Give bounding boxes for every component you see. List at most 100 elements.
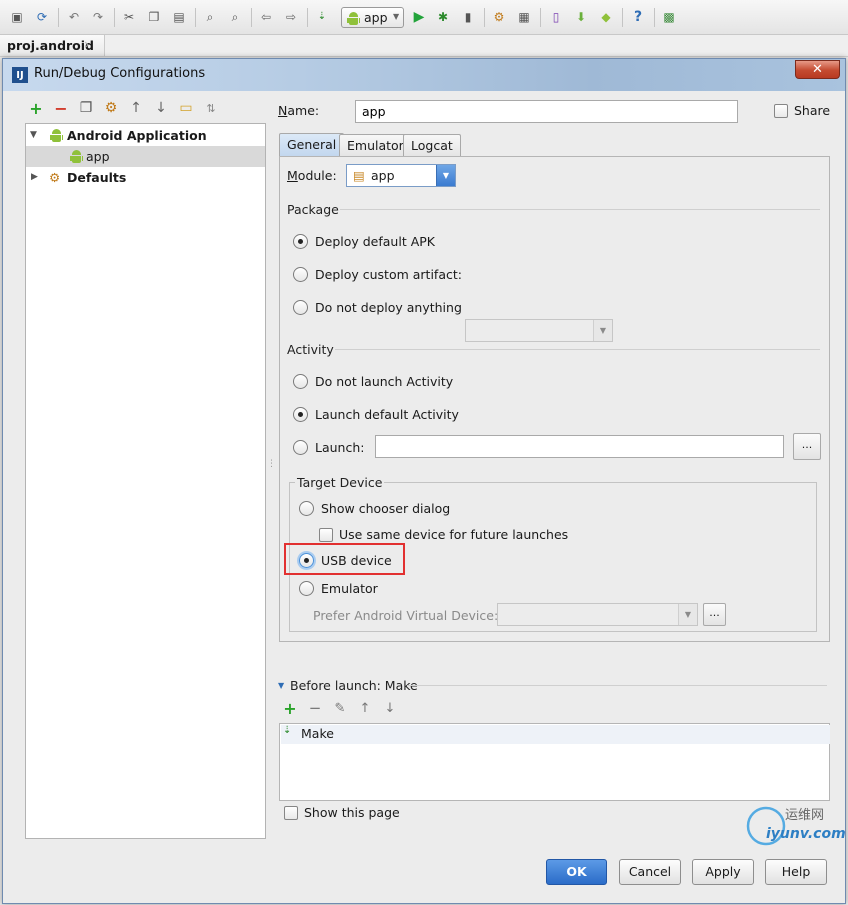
name-label: Name: [278,103,320,118]
avd-manager-icon[interactable]: ▯ [548,9,564,25]
dialog-titlebar[interactable]: IJ Run/Debug Configurations ✕ [3,59,845,91]
remove-task-icon[interactable]: − [307,699,323,717]
replace-icon[interactable]: ⌕ [227,9,243,25]
use-same-device-label: Use same device for future launches [339,527,569,542]
artifact-combo: ▼ [465,319,613,342]
sdk-manager-icon[interactable]: ⬇ [573,9,589,25]
make-icon: ⇣ [283,725,292,736]
splitter-handle[interactable]: ⋮ [267,459,276,475]
add-task-icon[interactable]: + [282,699,298,718]
tree-item-android-application[interactable]: ▼ Android Application [26,125,265,146]
edit-defaults-icon[interactable]: ⚙ [102,99,120,117]
deploy-default-apk-radio[interactable] [293,234,308,249]
remove-configuration-icon[interactable]: − [52,99,70,118]
package-section-title: Package [287,202,339,217]
browse-avd-button[interactable]: ... [703,603,726,626]
run-debug-configurations-dialog: IJ Run/Debug Configurations ✕ + − ❐ ⚙ ↑ … [2,58,846,904]
do-not-launch-activity-radio[interactable] [293,374,308,389]
prefer-avd-combo: ▼ [497,603,698,626]
chevron-down-icon: ▼ [436,165,455,186]
tab-general[interactable]: General [279,133,345,157]
move-up-icon[interactable]: ↑ [127,99,145,117]
attach-debugger-icon[interactable]: ▮ [460,9,476,25]
module-value: app [371,168,395,183]
tree-item-label: app [86,149,110,164]
dialog-title: Run/Debug Configurations [34,66,206,81]
tree-item-defaults[interactable]: ▶ ⚙ Defaults [26,167,265,188]
redo-icon[interactable]: ↷ [90,9,106,25]
watermark: 运维网 iyunv.com [742,798,847,848]
undo-icon[interactable]: ↶ [66,9,82,25]
use-same-device-checkbox[interactable] [319,528,333,542]
expand-arrow-icon[interactable]: ▼ [30,125,37,146]
watermark-cn: 运维网 [785,808,825,823]
show-chooser-dialog-label: Show chooser dialog [321,501,451,516]
module-combo[interactable]: ▤ app ▼ [346,164,456,187]
android-icon [50,129,63,142]
cancel-button[interactable]: Cancel [619,859,681,885]
forward-icon[interactable]: ⇨ [283,9,299,25]
tab-logcat[interactable]: Logcat [403,134,461,157]
launch-default-activity-radio[interactable] [293,407,308,422]
back-icon[interactable]: ⇦ [258,9,274,25]
show-this-page-checkbox[interactable] [284,806,298,820]
deploy-custom-artifact-radio[interactable] [293,267,308,282]
sync-icon[interactable]: ⟳ [34,9,50,25]
chevron-down-icon: ▼ [393,12,400,21]
add-configuration-icon[interactable]: + [27,99,45,118]
name-input[interactable] [355,100,738,123]
expand-arrow-icon[interactable]: ▼ [278,681,284,690]
tree-item-app[interactable]: app [26,146,265,167]
save-icon[interactable]: ▣ [9,9,25,25]
before-launch-list: ⇣ Make [279,723,830,801]
cut-icon[interactable]: ✂ [121,9,137,25]
copy-configuration-icon[interactable]: ❐ [77,99,95,117]
move-task-up-icon[interactable]: ↑ [357,700,373,716]
launch-default-activity-label: Launch default Activity [315,407,459,422]
android-device-icon[interactable]: ▩ [661,9,677,25]
tree-item-label: Android Application [67,128,207,143]
launch-activity-input[interactable] [375,435,784,458]
collapse-arrow-icon[interactable]: ▶ [31,167,38,188]
project-structure-icon[interactable]: ⚙ [491,9,507,25]
move-down-icon[interactable]: ↓ [152,99,170,117]
settings-icon[interactable]: ▦ [516,9,532,25]
deploy-default-apk-label: Deploy default APK [315,234,435,249]
chevron-down-icon: ▼ [678,604,697,625]
launch-activity-radio[interactable] [293,440,308,455]
do-not-deploy-radio[interactable] [293,300,308,315]
move-task-down-icon[interactable]: ↓ [382,700,398,716]
module-label: Module: [287,168,337,183]
defaults-icon: ⚙ [49,170,61,185]
edit-task-icon[interactable]: ✎ [332,700,348,716]
emulator-radio[interactable] [299,581,314,596]
android-icon [347,12,360,25]
deploy-custom-artifact-label: Deploy custom artifact: [315,267,462,282]
help-icon[interactable]: ? [630,9,646,25]
share-checkbox[interactable] [774,104,788,118]
ok-button[interactable]: OK [546,859,607,885]
sort-icon[interactable]: ⇅ [202,99,220,117]
android-monitor-icon[interactable]: ◆ [598,9,614,25]
paste-icon[interactable]: ▤ [171,9,187,25]
make-project-icon[interactable]: ⇣ [314,9,330,25]
ide-toolbar: ▣ ⟳ ↶ ↷ ✂ ❐ ▤ ⌕ ⌕ ⇦ ⇨ ⇣ app ▼ ▶ ✱ ▮ ⚙ ▦ … [0,0,848,35]
tab-emulator[interactable]: Emulator [339,134,412,157]
close-button[interactable]: ✕ [795,60,840,79]
folder-icon[interactable]: ▭ [177,99,195,117]
run-icon[interactable]: ▶ [411,9,427,25]
debug-icon[interactable]: ✱ [435,9,451,25]
show-chooser-dialog-radio[interactable] [299,501,314,516]
browse-activity-button[interactable]: ... [793,433,821,460]
tree-item-label: Defaults [67,170,127,185]
help-button[interactable]: Help [765,859,827,885]
run-config-label: app [364,10,388,25]
apply-button[interactable]: Apply [692,859,754,885]
chevron-down-icon: ▼ [593,320,612,341]
breadcrumb-separator-icon: › [84,37,90,53]
run-config-combo[interactable]: app ▼ [341,7,404,28]
find-icon[interactable]: ⌕ [202,9,218,25]
list-item[interactable]: ⇣ Make [281,725,830,744]
copy-icon[interactable]: ❐ [146,9,162,25]
intellij-icon: IJ [12,67,28,83]
